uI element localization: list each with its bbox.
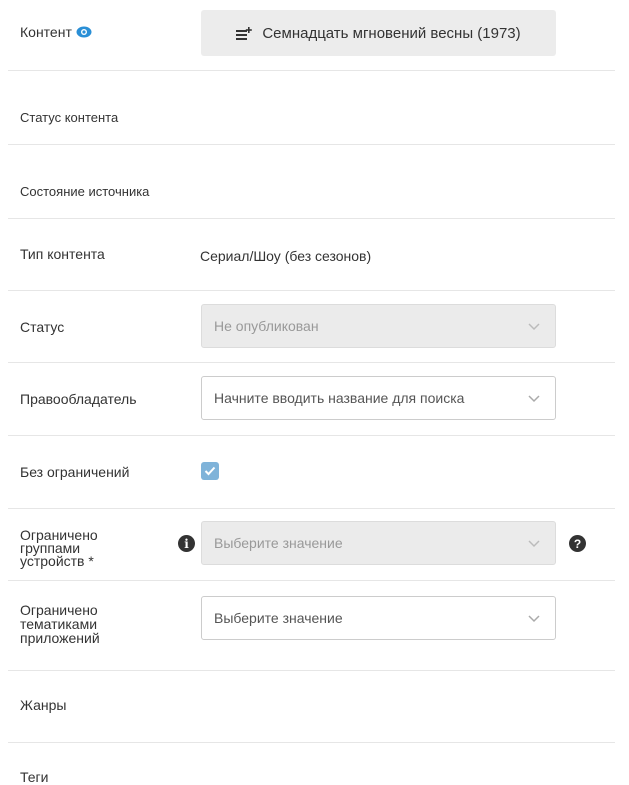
content-status-row: Статус контента <box>8 70 615 145</box>
content-type-label: Тип контента <box>20 246 105 262</box>
source-state-row: Состояние источника <box>8 145 615 219</box>
status-label: Статус <box>20 319 65 335</box>
source-state-label: Состояние источника <box>20 184 150 199</box>
no-restrictions-checkbox[interactable] <box>201 462 219 480</box>
app-topics-label: Ограничено тематиками приложений <box>20 603 100 645</box>
status-row: Статус Не опубликован <box>8 291 615 363</box>
status-select[interactable]: Не опубликован <box>201 304 556 348</box>
rights-holder-input[interactable]: Начните вводить название для поиска <box>201 376 556 420</box>
app-topics-select[interactable]: Выберите значение <box>201 596 556 640</box>
chevron-down-icon <box>528 615 540 623</box>
check-icon <box>204 466 216 476</box>
eye-icon[interactable] <box>76 26 92 38</box>
genres-row: Жанры <box>8 671 615 743</box>
content-row: Контент Семнадцать мгновений весны (1973… <box>8 0 615 71</box>
tags-label: Теги <box>20 769 49 785</box>
device-groups-placeholder: Выберите значение <box>214 535 343 551</box>
chevron-down-icon <box>528 540 540 548</box>
chevron-down-icon <box>528 323 540 331</box>
content-label: Контент <box>20 24 92 40</box>
app-topics-label-line3: приложений <box>20 630 100 646</box>
content-button-label: Семнадцать мгновений весны (1973) <box>262 24 521 42</box>
app-topics-row: Ограничено тематиками приложений Выберит… <box>8 581 615 671</box>
device-groups-row: Ограничено группами устройств * i Выбери… <box>8 509 615 581</box>
content-type-value: Сериал/Шоу (без сезонов) <box>200 248 372 264</box>
app-topics-placeholder: Выберите значение <box>214 610 343 626</box>
device-groups-label-line3: устройств * <box>20 553 94 569</box>
genres-label: Жанры <box>20 697 67 713</box>
content-label-text: Контент <box>20 24 72 40</box>
device-groups-select[interactable]: Выберите значение <box>201 521 556 565</box>
rights-holder-row: Правообладатель Начните вводить название… <box>8 363 615 436</box>
no-restrictions-label: Без ограничений <box>20 464 130 480</box>
help-icon[interactable]: ? <box>569 535 586 552</box>
no-restrictions-row: Без ограничений <box>8 436 615 509</box>
tags-row: Теги <box>8 743 615 785</box>
rights-holder-placeholder: Начните вводить название для поиска <box>214 390 465 406</box>
rights-holder-label: Правообладатель <box>20 391 137 407</box>
content-type-row: Тип контента Сериал/Шоу (без сезонов) <box>8 219 615 291</box>
content-status-label: Статус контента <box>20 110 119 125</box>
list-add-icon <box>236 26 253 40</box>
device-groups-label: Ограничено группами устройств * <box>20 528 98 569</box>
chevron-down-icon <box>528 395 540 403</box>
status-select-value: Не опубликован <box>214 318 319 334</box>
content-select-button[interactable]: Семнадцать мгновений весны (1973) <box>201 10 556 56</box>
info-icon[interactable]: i <box>178 535 195 552</box>
